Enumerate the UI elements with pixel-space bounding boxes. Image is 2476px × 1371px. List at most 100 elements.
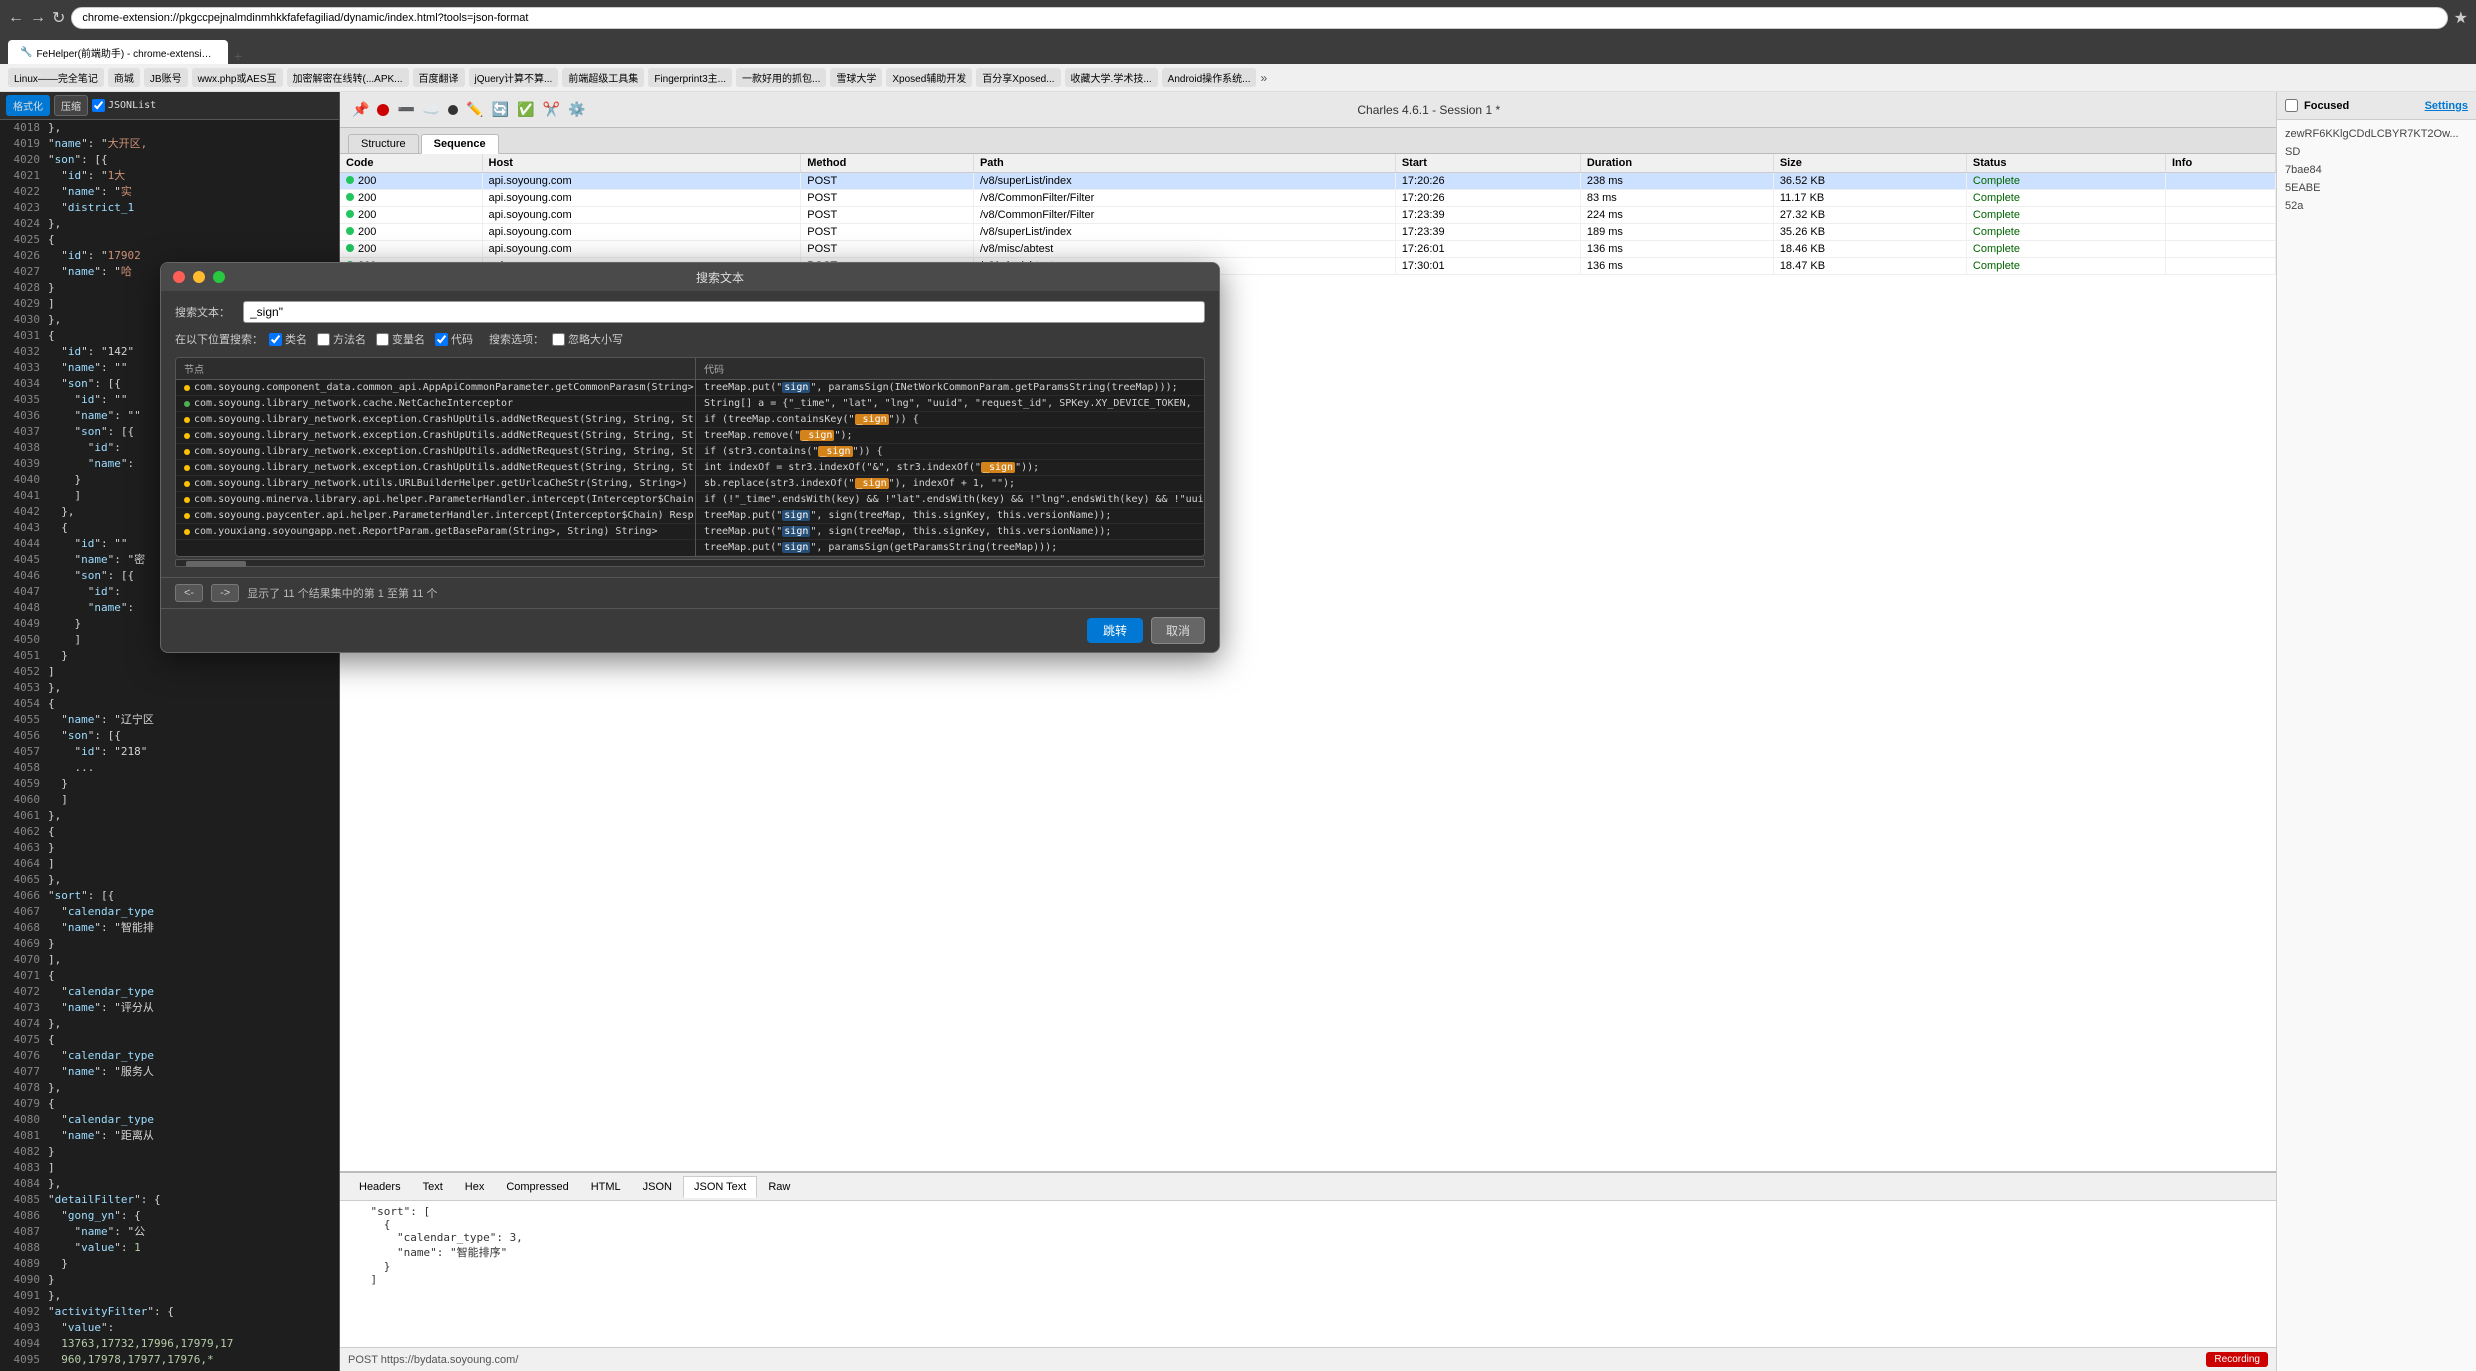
method-checkbox[interactable]: [317, 333, 330, 346]
json-line: 4081 "name": "距离从: [0, 1128, 339, 1144]
bookmark-fingerprint[interactable]: Fingerprint3主...: [648, 68, 732, 87]
search-input[interactable]: [243, 301, 1205, 323]
tab-headers[interactable]: Headers: [348, 1176, 412, 1197]
gear-icon[interactable]: ⚙️: [568, 101, 585, 118]
variable-checkbox[interactable]: [376, 333, 389, 346]
back-button[interactable]: ←: [8, 9, 24, 27]
prev-page-button[interactable]: <-: [175, 584, 203, 602]
table-row[interactable]: 200 api.soyoung.com POST /v8/CommonFilte…: [340, 207, 2276, 224]
confirm-button[interactable]: 跳转: [1087, 618, 1143, 643]
bookmark-jquery[interactable]: jQuery计算不算...: [469, 68, 559, 87]
check-icon[interactable]: ✅: [517, 101, 534, 118]
scrollbar-track: [175, 559, 1205, 567]
bookmark-shop[interactable]: 商城: [108, 68, 140, 87]
cell-status: Complete: [1966, 224, 2165, 241]
bookmark-xueqiu[interactable]: 雪球大学: [830, 68, 882, 87]
new-tab-button[interactable]: +: [234, 48, 242, 64]
list-item[interactable]: com.soyoung.component_data.common_api.Ap…: [176, 380, 695, 396]
checkbox-code: 代码: [435, 331, 473, 347]
json-line: 4025{: [0, 232, 339, 248]
tab-json[interactable]: JSON: [632, 1176, 683, 1197]
charles-tabs: Structure Sequence: [340, 128, 2276, 154]
bookmark-frontend[interactable]: 前端超级工具集: [562, 68, 644, 87]
cell-size: 18.47 KB: [1773, 258, 1966, 275]
more-bookmarks-button[interactable]: »: [1260, 71, 1267, 85]
scrollbar-thumb[interactable]: [186, 561, 246, 567]
table-row[interactable]: 200 api.soyoung.com POST /v8/CommonFilte…: [340, 190, 2276, 207]
bookmark-linux[interactable]: Linux——完全笔记: [8, 68, 104, 87]
json-line: 4020"son": [{: [0, 152, 339, 168]
dialog-minimize-button[interactable]: [193, 271, 205, 283]
pagination-info: 显示了 11 个结果集中的第 1 至第 11 个: [247, 585, 437, 601]
location-label: 在以下位置搜索：: [175, 331, 263, 347]
cell-host: api.soyoung.com: [482, 224, 801, 241]
list-item[interactable]: com.soyoung.library_network.exception.Cr…: [176, 444, 695, 460]
col-status: Status: [1966, 154, 2165, 173]
checkbox-classname: 类名: [269, 331, 307, 347]
dialog-close-button[interactable]: [173, 271, 185, 283]
scissors-icon[interactable]: ✂️: [543, 101, 560, 118]
list-item[interactable]: com.soyoung.library_network.exception.Cr…: [176, 412, 695, 428]
refresh-icon[interactable]: 🔄: [492, 101, 509, 118]
tab-icon: 🔧: [20, 47, 32, 58]
classname-checkbox[interactable]: [269, 333, 282, 346]
cell-duration: 136 ms: [1580, 241, 1773, 258]
focused-checkbox[interactable]: [2285, 99, 2298, 112]
dialog-maximize-button[interactable]: [213, 271, 225, 283]
bookmark-bfx[interactable]: 百分享Xposed...: [976, 68, 1060, 87]
list-item[interactable]: com.soyoung.minerva.library.api.helper.P…: [176, 492, 695, 508]
bookmark-xposed[interactable]: Xposed辅助开发: [886, 68, 972, 87]
list-item[interactable]: com.soyoung.library_network.utils.URLBui…: [176, 476, 695, 492]
json-line: 4095 960,17978,17977,17976,*: [0, 1352, 339, 1368]
list-item[interactable]: com.soyoung.library_network.exception.Cr…: [176, 460, 695, 476]
bottom-url-bar: POST https://bydata.soyoung.com/ Recordi…: [340, 1347, 2276, 1371]
jsonlist-checkbox[interactable]: [92, 99, 105, 112]
code-checkbox[interactable]: [435, 333, 448, 346]
tab-json-text[interactable]: JSON Text: [683, 1176, 757, 1198]
tab-raw[interactable]: Raw: [757, 1176, 801, 1197]
bookmark-jb[interactable]: JB账号: [144, 68, 188, 87]
list-item[interactable]: com.soyoung.paycenter.api.helper.Paramet…: [176, 508, 695, 524]
settings-link[interactable]: Settings: [2425, 100, 2468, 112]
bookmark-android[interactable]: Android操作系统...: [1162, 68, 1257, 87]
cell-start: 17:26:01: [1395, 241, 1580, 258]
pin-icon[interactable]: 📌: [352, 101, 369, 118]
bookmark-packet[interactable]: 一款好用的抓包...: [736, 68, 826, 87]
tab-hex[interactable]: Hex: [454, 1176, 496, 1197]
cloud-icon[interactable]: ☁️: [423, 101, 440, 118]
minus-icon[interactable]: ➖: [397, 101, 414, 118]
table-row[interactable]: 200 api.soyoung.com POST /v8/superList/i…: [340, 173, 2276, 190]
charles-title: Charles 4.6.1 - Session 1 *: [1357, 103, 1500, 117]
star-icon[interactable]: ★: [2454, 8, 2468, 28]
bookmark-baidu[interactable]: 百度翻译: [413, 68, 465, 87]
reload-button[interactable]: ↻: [52, 8, 65, 28]
json-toolbar: 格式化 压缩 JSONList: [0, 92, 339, 120]
ignore-case-checkbox[interactable]: [552, 333, 565, 346]
table-row[interactable]: 200 api.soyoung.com POST /v8/superList/i…: [340, 224, 2276, 241]
list-item[interactable]: com.soyoung.library_network.exception.Cr…: [176, 428, 695, 444]
pencil-icon[interactable]: ✏️: [466, 101, 483, 118]
tab-compressed[interactable]: Compressed: [495, 1176, 579, 1197]
bookmark-collect[interactable]: 收藏大学.学术技...: [1065, 68, 1158, 87]
col-method: Method: [801, 154, 974, 173]
tab-html[interactable]: HTML: [580, 1176, 632, 1197]
tab-text[interactable]: Text: [412, 1176, 454, 1197]
list-item[interactable]: com.soyoung.library_network.cache.NetCac…: [176, 396, 695, 412]
recording-button[interactable]: Recording: [2206, 1352, 2268, 1367]
bookmark-apk[interactable]: 加密解密在线转(...APK...: [287, 68, 409, 87]
compress-button[interactable]: 压缩: [54, 95, 88, 116]
record-red-dot[interactable]: [377, 104, 389, 116]
cell-start: 17:23:39: [1395, 224, 1580, 241]
url-bar[interactable]: [71, 7, 2447, 29]
cancel-button[interactable]: 取消: [1151, 617, 1205, 644]
table-row[interactable]: 200 api.soyoung.com POST /v8/misc/abtest…: [340, 241, 2276, 258]
format-button[interactable]: 格式化: [6, 95, 50, 116]
tab-sequence[interactable]: Sequence: [421, 134, 499, 154]
next-page-button[interactable]: ->: [211, 584, 239, 602]
list-item[interactable]: com.youxiang.soyoungapp.net.ReportParam.…: [176, 524, 695, 540]
browser-tab[interactable]: 🔧 FeHelper(前端助手) - chrome-extension://pk…: [8, 40, 228, 64]
tab-structure[interactable]: Structure: [348, 134, 419, 153]
bookmark-aes[interactable]: wwx.php或AES互: [192, 68, 283, 87]
black-dot-icon[interactable]: [448, 105, 458, 115]
forward-button[interactable]: →: [30, 9, 46, 27]
